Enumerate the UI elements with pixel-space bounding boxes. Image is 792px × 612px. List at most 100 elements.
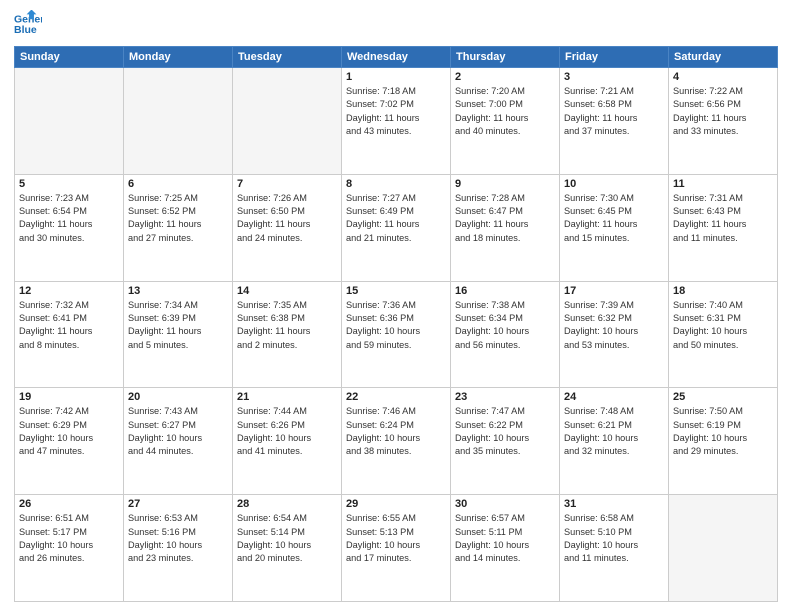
- day-info: Sunrise: 7:27 AM Sunset: 6:49 PM Dayligh…: [346, 192, 446, 245]
- calendar-cell: 18Sunrise: 7:40 AM Sunset: 6:31 PM Dayli…: [669, 281, 778, 388]
- day-info: Sunrise: 7:44 AM Sunset: 6:26 PM Dayligh…: [237, 405, 337, 458]
- calendar-cell: 4 Sunrise: 7:22 AM Sunset: 6:56 PM Daylig…: [669, 68, 778, 175]
- calendar-cell: 31 Sunrise: 6:58 AM Sunset: 5:10 PM Dayli…: [560, 495, 669, 602]
- calendar-cell: 20Sunrise: 7:43 AM Sunset: 6:27 PM Dayli…: [124, 388, 233, 495]
- calendar-cell: 26Sunrise: 6:51 AM Sunset: 5:17 PM Dayli…: [15, 495, 124, 602]
- calendar-cell: 5 Sunrise: 7:23 AM Sunset: 6:54 PM Daylig…: [15, 174, 124, 281]
- calendar-week-row: 19 Sunrise: 7:42 AM Sunset: 6:29 PM Dayli…: [15, 388, 778, 495]
- day-info: Sunrise: 7:32 AM Sunset: 6:41 PM Dayligh…: [19, 299, 119, 352]
- calendar-cell: 19 Sunrise: 7:42 AM Sunset: 6:29 PM Dayli…: [15, 388, 124, 495]
- day-number: 14: [237, 285, 337, 297]
- day-number: 25: [673, 391, 773, 403]
- calendar-cell: [669, 495, 778, 602]
- weekday-header-monday: Monday: [124, 47, 233, 68]
- calendar-cell: 3Sunrise: 7:21 AM Sunset: 6:58 PM Daylig…: [560, 68, 669, 175]
- day-info: Sunrise: 7:23 AM Sunset: 6:54 PM Dayligh…: [19, 192, 119, 245]
- calendar-cell: 14 Sunrise: 7:35 AM Sunset: 6:38 PM Dayli…: [233, 281, 342, 388]
- day-info: Sunrise: 7:22 AM Sunset: 6:56 PM Dayligh…: [673, 85, 773, 138]
- page: General Blue SundayMondayTuesdayWednesda…: [0, 0, 792, 612]
- calendar-header-row: SundayMondayTuesdayWednesdayThursdayFrid…: [15, 47, 778, 68]
- calendar-table: SundayMondayTuesdayWednesdayThursdayFrid…: [14, 46, 778, 602]
- day-number: 26: [19, 498, 119, 510]
- calendar-cell: 9 Sunrise: 7:28 AM Sunset: 6:47 PM Daylig…: [451, 174, 560, 281]
- calendar-cell: 7 Sunrise: 7:26 AM Sunset: 6:50 PM Daylig…: [233, 174, 342, 281]
- day-info: Sunrise: 6:57 AM Sunset: 5:11 PM Dayligh…: [455, 512, 555, 565]
- day-info: Sunrise: 7:25 AM Sunset: 6:52 PM Dayligh…: [128, 192, 228, 245]
- calendar-cell: 6Sunrise: 7:25 AM Sunset: 6:52 PM Daylig…: [124, 174, 233, 281]
- calendar-cell: 21 Sunrise: 7:44 AM Sunset: 6:26 PM Dayli…: [233, 388, 342, 495]
- calendar-cell: 13 Sunrise: 7:34 AM Sunset: 6:39 PM Dayli…: [124, 281, 233, 388]
- calendar-cell: 11 Sunrise: 7:31 AM Sunset: 6:43 PM Dayli…: [669, 174, 778, 281]
- calendar-cell: 24Sunrise: 7:48 AM Sunset: 6:21 PM Dayli…: [560, 388, 669, 495]
- calendar-cell: 23Sunrise: 7:47 AM Sunset: 6:22 PM Dayli…: [451, 388, 560, 495]
- day-number: 2: [455, 71, 555, 83]
- weekday-header-friday: Friday: [560, 47, 669, 68]
- day-info: Sunrise: 7:40 AM Sunset: 6:31 PM Dayligh…: [673, 299, 773, 352]
- day-number: 15: [346, 285, 446, 297]
- day-number: 17: [564, 285, 664, 297]
- day-number: 31: [564, 498, 664, 510]
- day-info: Sunrise: 7:18 AM Sunset: 7:02 PM Dayligh…: [346, 85, 446, 138]
- day-number: 7: [237, 178, 337, 190]
- calendar-cell: 25 Sunrise: 7:50 AM Sunset: 6:19 PM Dayli…: [669, 388, 778, 495]
- day-info: Sunrise: 7:48 AM Sunset: 6:21 PM Dayligh…: [564, 405, 664, 458]
- day-number: 12: [19, 285, 119, 297]
- calendar-cell: 12 Sunrise: 7:32 AM Sunset: 6:41 PM Dayli…: [15, 281, 124, 388]
- day-number: 23: [455, 391, 555, 403]
- day-info: Sunrise: 7:35 AM Sunset: 6:38 PM Dayligh…: [237, 299, 337, 352]
- day-number: 28: [237, 498, 337, 510]
- day-number: 19: [19, 391, 119, 403]
- day-info: Sunrise: 7:42 AM Sunset: 6:29 PM Dayligh…: [19, 405, 119, 458]
- day-info: Sunrise: 6:53 AM Sunset: 5:16 PM Dayligh…: [128, 512, 228, 565]
- day-info: Sunrise: 6:58 AM Sunset: 5:10 PM Dayligh…: [564, 512, 664, 565]
- day-number: 30: [455, 498, 555, 510]
- calendar-week-row: 5 Sunrise: 7:23 AM Sunset: 6:54 PM Daylig…: [15, 174, 778, 281]
- weekday-header-saturday: Saturday: [669, 47, 778, 68]
- day-info: Sunrise: 7:36 AM Sunset: 6:36 PM Dayligh…: [346, 299, 446, 352]
- day-number: 22: [346, 391, 446, 403]
- calendar-cell: [15, 68, 124, 175]
- day-info: Sunrise: 6:55 AM Sunset: 5:13 PM Dayligh…: [346, 512, 446, 565]
- calendar-cell: 29 Sunrise: 6:55 AM Sunset: 5:13 PM Dayli…: [342, 495, 451, 602]
- day-number: 21: [237, 391, 337, 403]
- calendar-cell: [233, 68, 342, 175]
- day-number: 5: [19, 178, 119, 190]
- day-info: Sunrise: 7:39 AM Sunset: 6:32 PM Dayligh…: [564, 299, 664, 352]
- svg-text:Blue: Blue: [14, 24, 37, 36]
- calendar-cell: 22 Sunrise: 7:46 AM Sunset: 6:24 PM Dayli…: [342, 388, 451, 495]
- calendar-week-row: 26Sunrise: 6:51 AM Sunset: 5:17 PM Dayli…: [15, 495, 778, 602]
- day-number: 8: [346, 178, 446, 190]
- day-number: 1: [346, 71, 446, 83]
- day-number: 10: [564, 178, 664, 190]
- calendar-cell: [124, 68, 233, 175]
- day-info: Sunrise: 7:43 AM Sunset: 6:27 PM Dayligh…: [128, 405, 228, 458]
- calendar-week-row: 12 Sunrise: 7:32 AM Sunset: 6:41 PM Dayli…: [15, 281, 778, 388]
- calendar-week-row: 1 Sunrise: 7:18 AM Sunset: 7:02 PM Daylig…: [15, 68, 778, 175]
- day-info: Sunrise: 7:46 AM Sunset: 6:24 PM Dayligh…: [346, 405, 446, 458]
- day-info: Sunrise: 7:50 AM Sunset: 6:19 PM Dayligh…: [673, 405, 773, 458]
- calendar-cell: 10 Sunrise: 7:30 AM Sunset: 6:45 PM Dayli…: [560, 174, 669, 281]
- calendar-cell: 8 Sunrise: 7:27 AM Sunset: 6:49 PM Daylig…: [342, 174, 451, 281]
- calendar-cell: 27Sunrise: 6:53 AM Sunset: 5:16 PM Dayli…: [124, 495, 233, 602]
- day-info: Sunrise: 7:26 AM Sunset: 6:50 PM Dayligh…: [237, 192, 337, 245]
- day-number: 16: [455, 285, 555, 297]
- header: General Blue: [14, 10, 778, 38]
- day-number: 29: [346, 498, 446, 510]
- day-info: Sunrise: 7:28 AM Sunset: 6:47 PM Dayligh…: [455, 192, 555, 245]
- calendar-cell: 16 Sunrise: 7:38 AM Sunset: 6:34 PM Dayli…: [451, 281, 560, 388]
- weekday-header-sunday: Sunday: [15, 47, 124, 68]
- weekday-header-tuesday: Tuesday: [233, 47, 342, 68]
- weekday-header-wednesday: Wednesday: [342, 47, 451, 68]
- day-number: 11: [673, 178, 773, 190]
- weekday-header-thursday: Thursday: [451, 47, 560, 68]
- day-info: Sunrise: 7:38 AM Sunset: 6:34 PM Dayligh…: [455, 299, 555, 352]
- calendar-cell: 15 Sunrise: 7:36 AM Sunset: 6:36 PM Dayli…: [342, 281, 451, 388]
- calendar-cell: 1 Sunrise: 7:18 AM Sunset: 7:02 PM Daylig…: [342, 68, 451, 175]
- day-info: Sunrise: 7:34 AM Sunset: 6:39 PM Dayligh…: [128, 299, 228, 352]
- day-number: 9: [455, 178, 555, 190]
- day-number: 4: [673, 71, 773, 83]
- day-number: 13: [128, 285, 228, 297]
- day-info: Sunrise: 7:30 AM Sunset: 6:45 PM Dayligh…: [564, 192, 664, 245]
- day-info: Sunrise: 7:31 AM Sunset: 6:43 PM Dayligh…: [673, 192, 773, 245]
- calendar-cell: 28Sunrise: 6:54 AM Sunset: 5:14 PM Dayli…: [233, 495, 342, 602]
